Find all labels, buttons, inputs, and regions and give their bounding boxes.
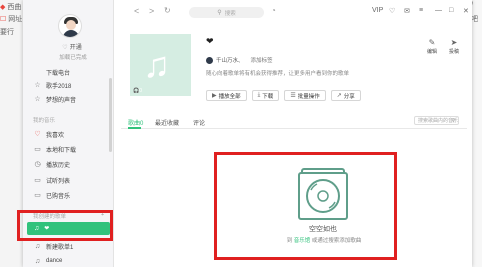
search-icon: ⚲ [451, 117, 455, 124]
playlist-actions: ▶ 播放全部 ⤓ 下载 ☰ 批量操作 ↗ 分享 [206, 90, 366, 101]
send-icon: ➤ [450, 38, 458, 47]
download-icon: ⤓ [257, 92, 261, 98]
mail-icon[interactable]: ✉ [404, 7, 410, 15]
submit-button[interactable]: ➤ 投稿 [445, 38, 463, 55]
vip-button[interactable]: VIP [372, 7, 383, 14]
play-all-button[interactable]: ▶ 播放全部 [206, 90, 247, 101]
play-icon: ▶ [212, 93, 217, 99]
playlist-search-input[interactable]: 搜索歌曲内的音乐 ⚲ [414, 116, 459, 125]
sidebar-item-singer2018[interactable]: ☆ 歌手2018 [33, 80, 71, 90]
user-signature: 加载已完成 [59, 55, 87, 61]
tab-comments[interactable]: 评论 [193, 118, 205, 127]
music-note-icon: ♫ [143, 44, 170, 85]
batch-operation-button[interactable]: ☰ 批量操作 [284, 90, 326, 101]
shirt-icon[interactable]: ♡ [389, 7, 395, 15]
list-icon: ☰ [290, 93, 296, 99]
cover-play-count: 🎧0 [133, 88, 143, 94]
active-tab-indicator [128, 127, 141, 129]
menu-icon[interactable]: ≡ [419, 7, 423, 14]
sidebar-item-playlist[interactable]: ♫ dance [33, 256, 62, 266]
heart-icon: ♡ [62, 45, 68, 51]
background-text: ◆ 西曲 [0, 4, 22, 11]
clock-icon: ◷ [34, 161, 41, 168]
sidebar-item-purchased[interactable]: ▭ 已购音乐 [33, 190, 70, 200]
back-button[interactable]: < [134, 6, 139, 16]
background-text: ☐ 网址 [0, 16, 23, 23]
listen-identify-icon[interactable]: ◔ [271, 6, 276, 15]
highlight-box-sidebar [17, 210, 113, 241]
sidebar-item-dream-voice[interactable]: ☆ 梦想的声音 [33, 94, 76, 104]
owner-avatar[interactable] [206, 56, 213, 64]
heart-icon: ♡ [34, 131, 41, 138]
sidebar-scrollbar[interactable] [109, 78, 112, 152]
playlist-owner-row: 千山万水、 添加标签 [206, 56, 273, 64]
edit-icon: ✎ [428, 38, 436, 47]
minimize-icon[interactable]: — [435, 7, 442, 14]
highlight-box-empty-state [214, 152, 397, 260]
maximize-icon[interactable]: □ [449, 7, 453, 14]
music-note-icon: ♫ [34, 242, 41, 250]
purchase-icon: ▭ [34, 192, 41, 199]
close-icon[interactable]: ✕ [463, 7, 469, 15]
tab-songs[interactable]: 歌曲0 [128, 118, 143, 127]
share-button[interactable]: ↗ 分享 [330, 90, 361, 101]
playlist-title: ❤ [206, 36, 214, 46]
sidebar-item-liked[interactable]: ♡ 我喜欢 [33, 129, 64, 139]
top-bar: < > ↻ ⚲ 搜索 ◔ VIP ♡ ✉ ≡ — □ ✕ [114, 0, 472, 25]
background-text: 吧 [471, 16, 478, 23]
sidebar-item-radio[interactable]: 下载电台 [33, 67, 70, 77]
add-tag-link[interactable]: 添加标签 [251, 56, 273, 64]
playlist-description: 随心向着歌单将有机会获得推荐，让更多用户看到你的歌单 [206, 71, 350, 77]
user-avatar[interactable] [58, 14, 82, 38]
tab-recent-favorites[interactable]: 最近收藏 [155, 118, 179, 127]
edit-button[interactable]: ✎ 编辑 [423, 38, 441, 55]
sidebar-item-local-download[interactable]: ▭ 本地和下载 [33, 144, 76, 154]
search-input[interactable]: ⚲ 搜索 [189, 7, 264, 18]
star-icon: ☆ [34, 96, 41, 103]
forward-button[interactable]: > [149, 6, 154, 16]
share-icon: ↗ [336, 93, 342, 99]
refresh-icon[interactable]: ↻ [164, 6, 171, 15]
owner-name[interactable]: 千山万水、 [216, 56, 244, 64]
background-text: 要行 [0, 29, 14, 36]
sidebar-item-trial-list[interactable]: ▭ 试听列表 [33, 175, 70, 185]
sidebar-item-history[interactable]: ◷ 播放历史 [33, 159, 70, 169]
username[interactable]: ♡ 开通 [57, 42, 87, 51]
star-icon: ☆ [34, 82, 41, 89]
computer-icon: ▭ [34, 146, 41, 153]
list-icon: ▭ [34, 177, 41, 184]
music-note-icon: ♫ [34, 257, 41, 265]
playlist-cover[interactable]: ♫ 🎧0 [130, 34, 191, 96]
playlist-tabs: 歌曲0 最近收藏 评论 搜索歌曲内的音乐 ⚲ [121, 114, 467, 129]
section-title-my-music: 我的音乐 [33, 118, 56, 124]
sidebar-item-playlist[interactable]: ♫ 新建歌单1 [33, 241, 73, 251]
download-button[interactable]: ⤓ 下载 [251, 90, 280, 101]
search-icon: ⚲ [217, 10, 222, 16]
